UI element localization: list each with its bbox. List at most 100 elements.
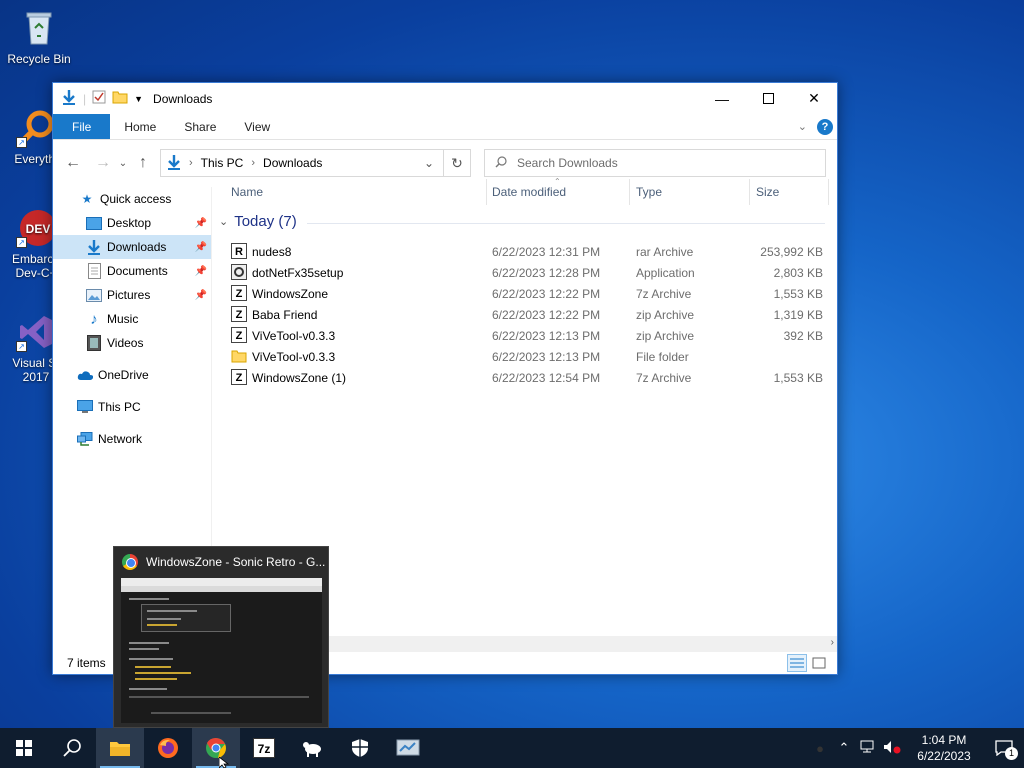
- refresh-button[interactable]: ↻: [443, 149, 471, 177]
- file-explorer-icon: [110, 742, 130, 756]
- sidebar-item-this-pc[interactable]: This PC: [53, 395, 211, 419]
- taskbar-7zip[interactable]: 7z: [240, 728, 288, 768]
- column-header-size[interactable]: Size: [750, 179, 829, 205]
- clock[interactable]: 1:04 PM 6/22/2023: [904, 732, 984, 764]
- address-bar[interactable]: › This PC › Downloads ⌄: [160, 149, 471, 177]
- tab-view[interactable]: View: [230, 114, 284, 139]
- file-row[interactable]: Z ViVeTool-v0.3.3 6/22/2023 12:13 PM zip…: [215, 325, 829, 346]
- search-button[interactable]: [48, 728, 96, 768]
- network-status-icon[interactable]: [856, 740, 880, 757]
- maximize-button[interactable]: [745, 83, 791, 114]
- file-date: 6/22/2023 12:28 PM: [492, 266, 601, 280]
- pin-icon[interactable]: 📌: [195, 242, 207, 253]
- control-panel-icon: [396, 739, 420, 756]
- pin-icon[interactable]: 📌: [195, 218, 207, 229]
- visual-studio-icon: ↗: [16, 312, 56, 352]
- tab-file[interactable]: File: [53, 114, 111, 139]
- minimize-button[interactable]: —: [699, 83, 745, 114]
- search-input[interactable]: [517, 156, 797, 170]
- title-bar[interactable]: | ▼ Downloads — ✕: [53, 83, 837, 114]
- sidebar-item-label: Downloads: [107, 240, 167, 254]
- file-name: WindowsZone: [252, 287, 329, 301]
- sidebar-item-onedrive[interactable]: OneDrive: [53, 363, 211, 387]
- sidebar-item-downloads[interactable]: Downloads 📌: [53, 235, 211, 259]
- file-row[interactable]: ViVeTool-v0.3.3 6/22/2023 12:13 PM File …: [215, 346, 829, 367]
- details-view-button[interactable]: [787, 654, 807, 672]
- taskbar-file-explorer[interactable]: [96, 728, 144, 768]
- column-header-name[interactable]: Name: [225, 179, 487, 205]
- 7z-archive-icon: Z: [231, 285, 247, 301]
- file-row[interactable]: R nudes8 6/22/2023 12:31 PM rar Archive …: [215, 241, 829, 262]
- search-icon: [495, 155, 507, 171]
- chevron-up-icon[interactable]: ⌃: [832, 740, 856, 756]
- up-button[interactable]: ↑: [131, 151, 155, 175]
- file-size: 253,992 KB: [760, 245, 823, 259]
- horizontal-scrollbar[interactable]: ›: [323, 636, 837, 652]
- desktop-folder-icon: [86, 215, 102, 231]
- customize-toolbar-icon[interactable]: ▼: [134, 94, 143, 104]
- chrome-icon: [122, 554, 138, 570]
- forward-button[interactable]: →: [91, 151, 115, 175]
- sidebar-item-network[interactable]: Network: [53, 427, 211, 451]
- desktop-icon-recycle-bin[interactable]: Recycle Bin: [1, 8, 77, 66]
- sidebar-item-music[interactable]: ♪ Music: [53, 307, 211, 331]
- taskbar-control-panel[interactable]: [384, 728, 432, 768]
- help-icon[interactable]: ?: [817, 118, 833, 135]
- taskbar-game-app[interactable]: [288, 728, 336, 768]
- chevron-down-icon[interactable]: ⌄: [418, 156, 440, 170]
- sidebar-item-label: Quick access: [100, 192, 172, 206]
- file-row[interactable]: Z WindowsZone 6/22/2023 12:22 PM 7z Arch…: [215, 283, 829, 304]
- search-box[interactable]: [484, 149, 826, 177]
- chrome-icon: [206, 737, 226, 758]
- download-arrow-icon: [86, 239, 102, 255]
- file-name: WindowsZone (1): [252, 371, 347, 385]
- taskbar-thumbnail-preview[interactable]: WindowsZone - Sonic Retro - G...: [113, 546, 329, 728]
- video-icon: [86, 335, 102, 351]
- firefox-icon: [158, 738, 178, 758]
- sort-indicator-icon: ⌃: [554, 177, 561, 186]
- magnifier-icon: ↗: [16, 108, 56, 148]
- file-name: Baba Friend: [252, 308, 318, 322]
- file-row[interactable]: Z Baba Friend 6/22/2023 12:22 PM zip Arc…: [215, 304, 829, 325]
- file-row[interactable]: dotNetFx35setup 6/22/2023 12:28 PM Appli…: [215, 262, 829, 283]
- volume-muted-icon[interactable]: [880, 740, 904, 757]
- taskbar-security[interactable]: [336, 728, 384, 768]
- svg-text:Z: Z: [236, 330, 243, 342]
- start-button[interactable]: [0, 728, 48, 768]
- close-button[interactable]: ✕: [791, 83, 837, 114]
- tab-home[interactable]: Home: [110, 114, 170, 139]
- taskbar-chrome[interactable]: [192, 728, 240, 768]
- back-button[interactable]: ←: [61, 151, 85, 175]
- new-folder-icon[interactable]: [112, 90, 128, 107]
- recent-locations-button[interactable]: ⌄: [115, 151, 131, 175]
- network-icon: [77, 431, 93, 447]
- recycle-bin-icon: [19, 8, 59, 48]
- column-header-type[interactable]: Type: [630, 179, 750, 205]
- action-center-button[interactable]: 1: [984, 728, 1024, 768]
- chevron-right-icon[interactable]: ›: [831, 637, 834, 648]
- shield-icon: [352, 739, 368, 757]
- properties-icon[interactable]: [92, 90, 106, 107]
- sidebar-item-pictures[interactable]: Pictures 📌: [53, 283, 211, 307]
- tray-app-icon[interactable]: ●: [808, 741, 832, 756]
- desktop-icon-label: Recycle Bin: [7, 52, 71, 66]
- pin-icon[interactable]: 📌: [195, 266, 207, 277]
- breadcrumb-downloads[interactable]: Downloads: [263, 156, 322, 170]
- cow-icon: [303, 742, 321, 757]
- expand-ribbon-icon[interactable]: ⌄: [798, 120, 807, 133]
- breadcrumb-this-pc[interactable]: This PC: [201, 156, 244, 170]
- group-header-today[interactable]: ⌄ Today (7): [219, 213, 297, 230]
- sidebar-item-quick-access[interactable]: ★ Quick access: [53, 187, 211, 211]
- sidebar-item-desktop[interactable]: Desktop 📌: [53, 211, 211, 235]
- tab-share[interactable]: Share: [170, 114, 230, 139]
- sidebar-item-videos[interactable]: Videos: [53, 331, 211, 355]
- system-tray: ● ⌃ 1:04 PM 6/22/2023 1: [808, 728, 1024, 768]
- file-name: nudes8: [252, 245, 292, 259]
- clock-date: 6/22/2023: [917, 749, 971, 763]
- taskbar-firefox[interactable]: [144, 728, 192, 768]
- sidebar-item-documents[interactable]: Documents 📌: [53, 259, 211, 283]
- large-icons-view-button[interactable]: [809, 654, 829, 672]
- devcpp-icon: DEV ↗: [16, 208, 56, 248]
- file-row[interactable]: Z WindowsZone (1) 6/22/2023 12:54 PM 7z …: [215, 367, 829, 388]
- pin-icon[interactable]: 📌: [195, 290, 207, 301]
